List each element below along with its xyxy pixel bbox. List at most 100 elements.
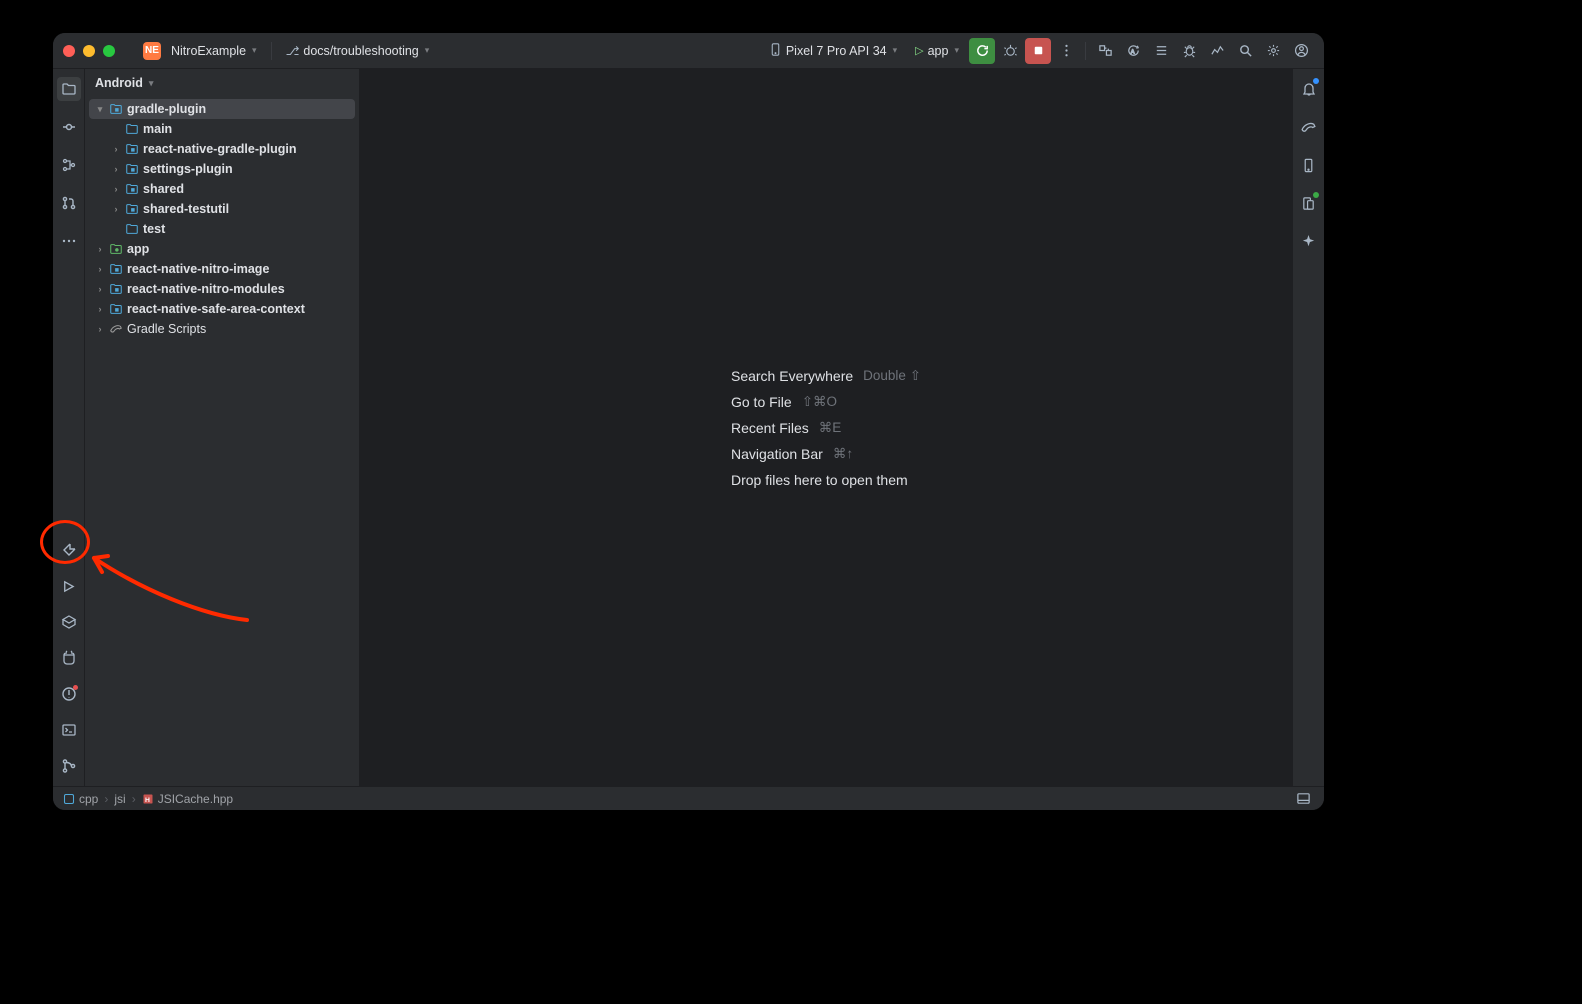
tree-row[interactable]: › settings-plugin <box>89 159 355 179</box>
maximize-window-button[interactable] <box>103 45 115 57</box>
tree-label: react-native-gradle-plugin <box>143 142 297 156</box>
project-view-selector[interactable]: Android ▾ <box>85 69 359 97</box>
status-widgets-button[interactable] <box>1292 789 1314 809</box>
device-manager-button[interactable] <box>1297 153 1321 177</box>
right-tool-rail <box>1292 69 1324 786</box>
welcome-row-gotofile: Go to File ⇧⌘O <box>731 394 921 410</box>
welcome-action-label: Navigation Bar <box>731 446 823 462</box>
titlebar-center: Pixel 7 Pro API 34 ▾ ▷ app ▾ <box>437 38 1079 64</box>
tree-row[interactable]: › react-native-gradle-plugin <box>89 139 355 159</box>
tree-row[interactable]: › react-native-nitro-image <box>89 259 355 279</box>
module-folder-icon <box>125 182 139 196</box>
welcome-row-recent: Recent Files ⌘E <box>731 420 921 436</box>
device-selector[interactable]: Pixel 7 Pro API 34 ▾ <box>761 40 905 62</box>
breadcrumb-item[interactable]: jsi <box>114 792 125 806</box>
project-tree[interactable]: ▾ gradle-plugin main › react-native-grad… <box>85 97 359 786</box>
tree-row[interactable]: › react-native-safe-area-context <box>89 299 355 319</box>
device-icon <box>769 43 782 59</box>
gradle-tool-button[interactable] <box>1297 115 1321 139</box>
bug-icon[interactable] <box>1176 38 1202 64</box>
tree-label: test <box>143 222 165 236</box>
tree-row[interactable]: › shared <box>89 179 355 199</box>
git-branch-selector[interactable]: ⎇ docs/troubleshooting ▾ <box>278 41 438 61</box>
notifications-button[interactable] <box>1297 77 1321 101</box>
gradle-icon <box>109 322 123 336</box>
left-tool-rail <box>53 69 85 786</box>
close-window-button[interactable] <box>63 45 75 57</box>
module-folder-icon <box>125 222 139 236</box>
app-quality-tool-button[interactable] <box>57 610 81 634</box>
separator <box>1085 42 1086 60</box>
breadcrumb-label: jsi <box>114 792 125 806</box>
profiler-icon[interactable] <box>1204 38 1230 64</box>
welcome-row-navbar: Navigation Bar ⌘↑ <box>731 446 921 462</box>
pull-requests-tool-button[interactable] <box>57 191 81 215</box>
statusbar-right <box>1292 789 1314 809</box>
ide-window: NE NitroExample ▾ ⎇ docs/troubleshooting… <box>53 33 1324 810</box>
tree-row[interactable]: › react-native-nitro-modules <box>89 279 355 299</box>
problems-tool-button[interactable] <box>57 682 81 706</box>
welcome-action-label: Go to File <box>731 394 792 410</box>
welcome-shortcut-label: ⌘E <box>819 420 842 436</box>
build-tool-button[interactable] <box>57 538 81 562</box>
tree-row[interactable]: main <box>89 119 355 139</box>
tree-label: react-native-nitro-image <box>127 262 269 276</box>
stop-button[interactable] <box>1025 38 1051 64</box>
updates-icon[interactable]: A <box>1120 38 1146 64</box>
welcome-shortcut-label: Double ⇧ <box>863 368 921 384</box>
terminal-tool-button[interactable] <box>57 718 81 742</box>
refresh-button[interactable] <box>969 38 995 64</box>
tree-label: Gradle Scripts <box>127 322 206 336</box>
run-config-selector[interactable]: ▷ app ▾ <box>907 41 967 61</box>
ai-assistant-button[interactable] <box>1297 229 1321 253</box>
more-tools-button[interactable] <box>57 229 81 253</box>
tree-label: shared <box>143 182 184 196</box>
welcome-action-label: Search Everywhere <box>731 368 853 384</box>
tree-row[interactable]: › app <box>89 239 355 259</box>
module-folder-icon <box>109 282 123 296</box>
run-module-icon: ▷ <box>915 44 923 57</box>
chevron-right-icon: › <box>95 304 105 314</box>
commit-tool-button[interactable] <box>57 115 81 139</box>
notification-indicator-dot <box>1313 78 1319 84</box>
tree-label: app <box>127 242 149 256</box>
tree-row[interactable]: › shared-testutil <box>89 199 355 219</box>
run-tool-button[interactable] <box>57 574 81 598</box>
tree-row-root[interactable]: ▾ gradle-plugin <box>89 99 355 119</box>
module-folder-icon <box>109 262 123 276</box>
minimize-window-button[interactable] <box>83 45 95 57</box>
structure-tool-button[interactable] <box>57 153 81 177</box>
version-control-tool-button[interactable] <box>57 754 81 778</box>
account-icon[interactable] <box>1288 38 1314 64</box>
chevron-right-icon: › <box>95 264 105 274</box>
settings-icon[interactable] <box>1260 38 1286 64</box>
chevron-right-icon: › <box>111 204 121 214</box>
tree-row-gradle-scripts[interactable]: › Gradle Scripts <box>89 319 355 339</box>
debug-button[interactable] <box>997 38 1023 64</box>
module-folder-icon <box>109 302 123 316</box>
svg-text:A: A <box>1130 49 1134 55</box>
module-folder-icon <box>109 102 123 116</box>
more-actions-button[interactable] <box>1053 38 1079 64</box>
separator <box>271 42 272 60</box>
breadcrumb-item[interactable]: H JSICache.hpp <box>142 792 233 806</box>
project-selector[interactable]: NE NitroExample ▾ <box>135 39 265 63</box>
project-name-label: NitroExample <box>171 44 246 58</box>
breadcrumb-label: JSICache.hpp <box>158 792 233 806</box>
left-rail-bottom <box>57 538 81 786</box>
chevron-down-icon: ▾ <box>149 78 154 89</box>
code-with-me-icon[interactable] <box>1092 38 1118 64</box>
tree-row[interactable]: test <box>89 219 355 239</box>
logcat-tool-button[interactable] <box>57 646 81 670</box>
problems-indicator-dot <box>73 685 78 690</box>
chevron-down-icon: ▾ <box>954 45 959 56</box>
project-tool-button[interactable] <box>57 77 81 101</box>
search-icon[interactable] <box>1232 38 1258 64</box>
running-devices-button[interactable] <box>1297 191 1321 215</box>
device-label: Pixel 7 Pro API 34 <box>786 44 887 58</box>
breadcrumb-item[interactable]: cpp <box>63 792 98 806</box>
window-controls <box>63 45 115 57</box>
editor-area[interactable]: Search Everywhere Double ⇧ Go to File ⇧⌘… <box>360 69 1292 786</box>
list-icon[interactable] <box>1148 38 1174 64</box>
chevron-down-icon: ▾ <box>95 104 105 115</box>
